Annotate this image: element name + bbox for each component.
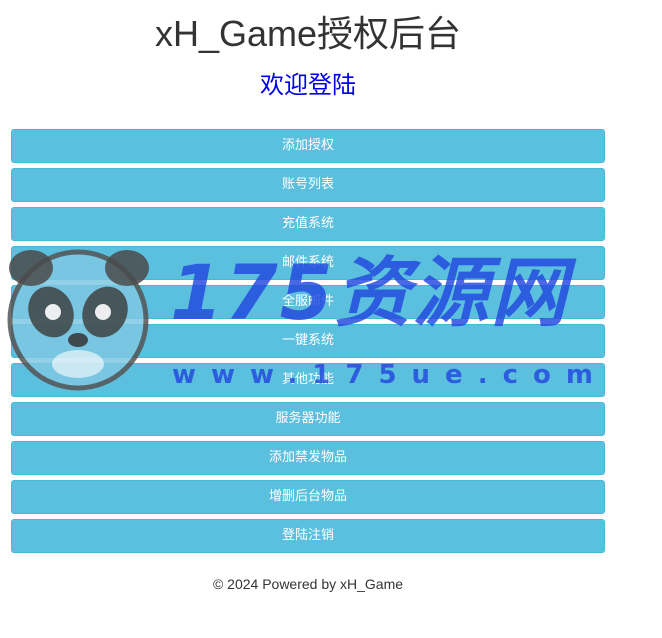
account-list-button[interactable]: 账号列表 bbox=[11, 168, 605, 202]
add-banned-items-button[interactable]: 添加禁发物品 bbox=[11, 441, 605, 475]
footer-copyright: © 2024 Powered by xH_Game bbox=[212, 576, 404, 592]
server-functions-button[interactable]: 服务器功能 bbox=[11, 402, 605, 436]
add-license-button[interactable]: 添加授权 bbox=[11, 129, 605, 163]
welcome-text: 欢迎登陆 bbox=[260, 71, 356, 99]
one-click-system-button[interactable]: 一键系统 bbox=[11, 324, 605, 358]
recharge-system-button[interactable]: 充值系统 bbox=[11, 207, 605, 241]
mail-system-button[interactable]: 邮件系统 bbox=[11, 246, 605, 280]
manage-backend-items-button[interactable]: 增删后台物品 bbox=[11, 480, 605, 514]
server-wide-mail-button[interactable]: 全服邮件 bbox=[11, 285, 605, 319]
menu-list: 添加授权 账号列表 充值系统 邮件系统 全服邮件 一键系统 其他功能 服务器功能… bbox=[11, 129, 605, 558]
logout-button[interactable]: 登陆注销 bbox=[11, 519, 605, 553]
other-functions-button[interactable]: 其他功能 bbox=[11, 363, 605, 397]
page-title: xH_Game授权后台 bbox=[154, 13, 462, 54]
